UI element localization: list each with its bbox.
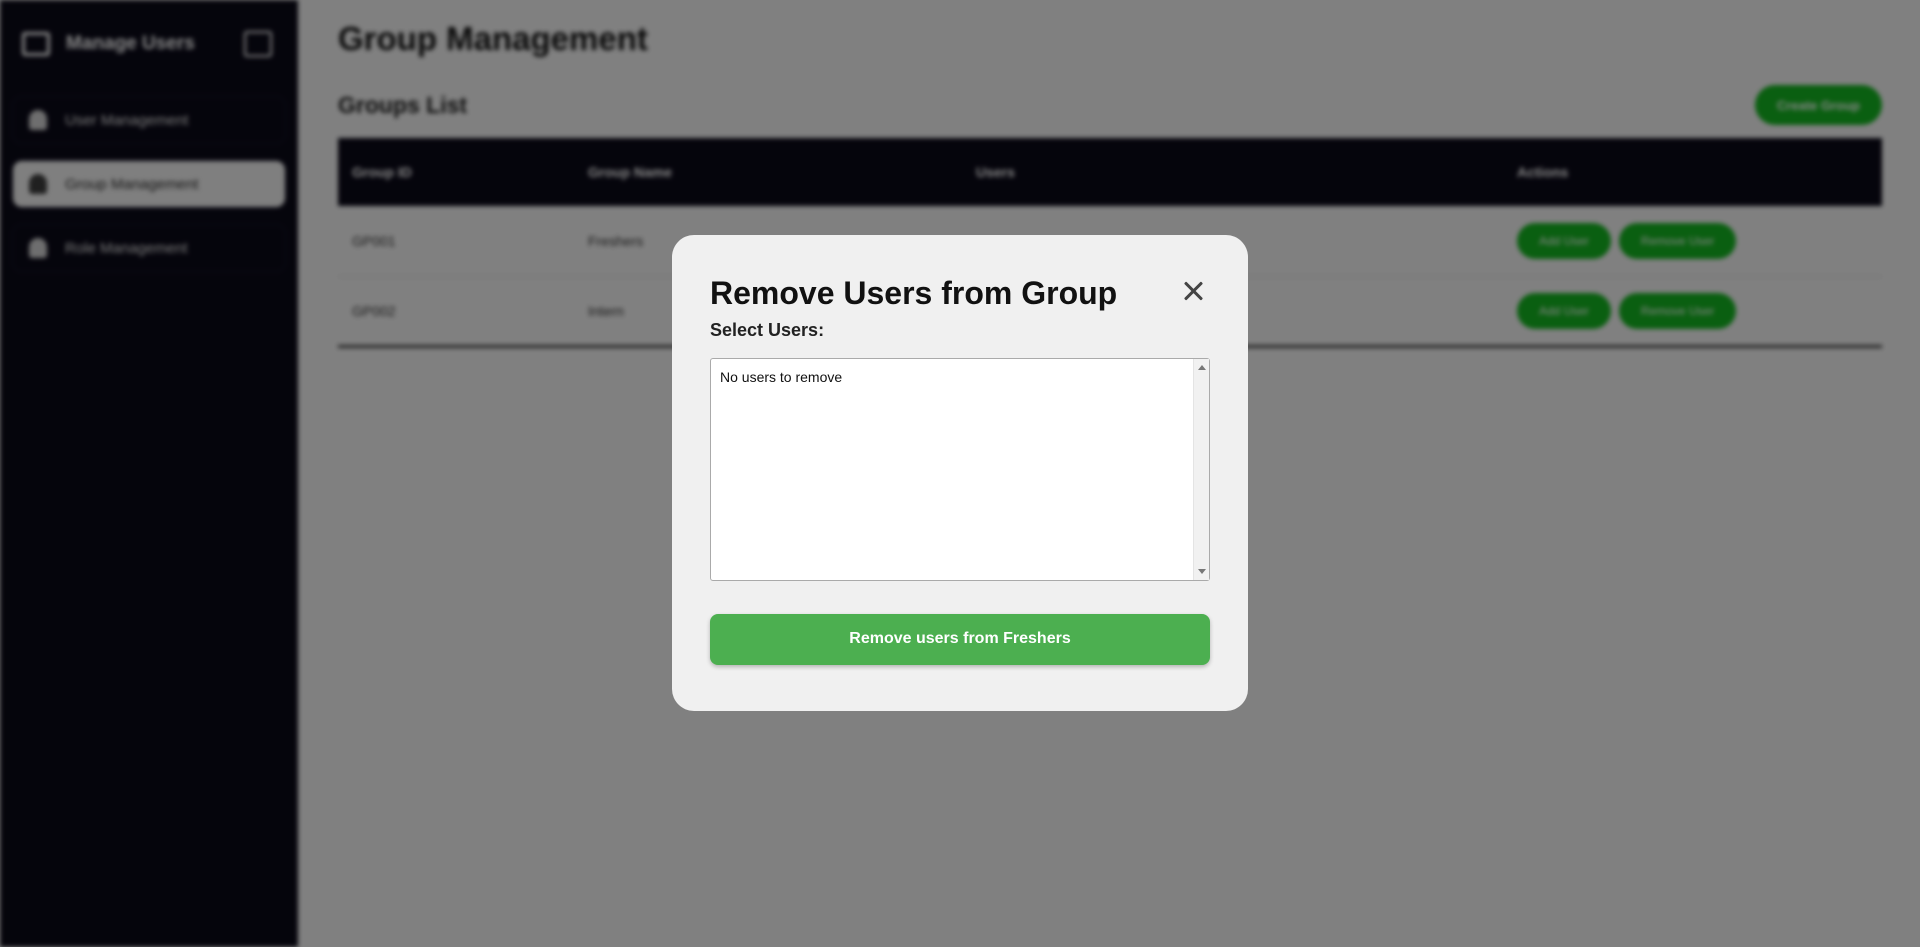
remove-users-modal: Remove Users from Group Select Users: No… — [672, 235, 1248, 711]
user-select-list[interactable]: No users to remove — [710, 357, 1210, 581]
select-users-label: Select Users: — [710, 319, 825, 340]
close-icon[interactable] — [1182, 279, 1206, 303]
remove-users-button[interactable]: Remove users from Freshers — [710, 613, 1210, 665]
list-scrollbar[interactable] — [1193, 358, 1209, 580]
scroll-down-icon[interactable] — [1198, 568, 1206, 574]
modal-title: Remove Users from Group — [710, 275, 1118, 311]
scroll-up-icon[interactable] — [1198, 364, 1206, 370]
empty-list-message: No users to remove — [720, 368, 843, 385]
